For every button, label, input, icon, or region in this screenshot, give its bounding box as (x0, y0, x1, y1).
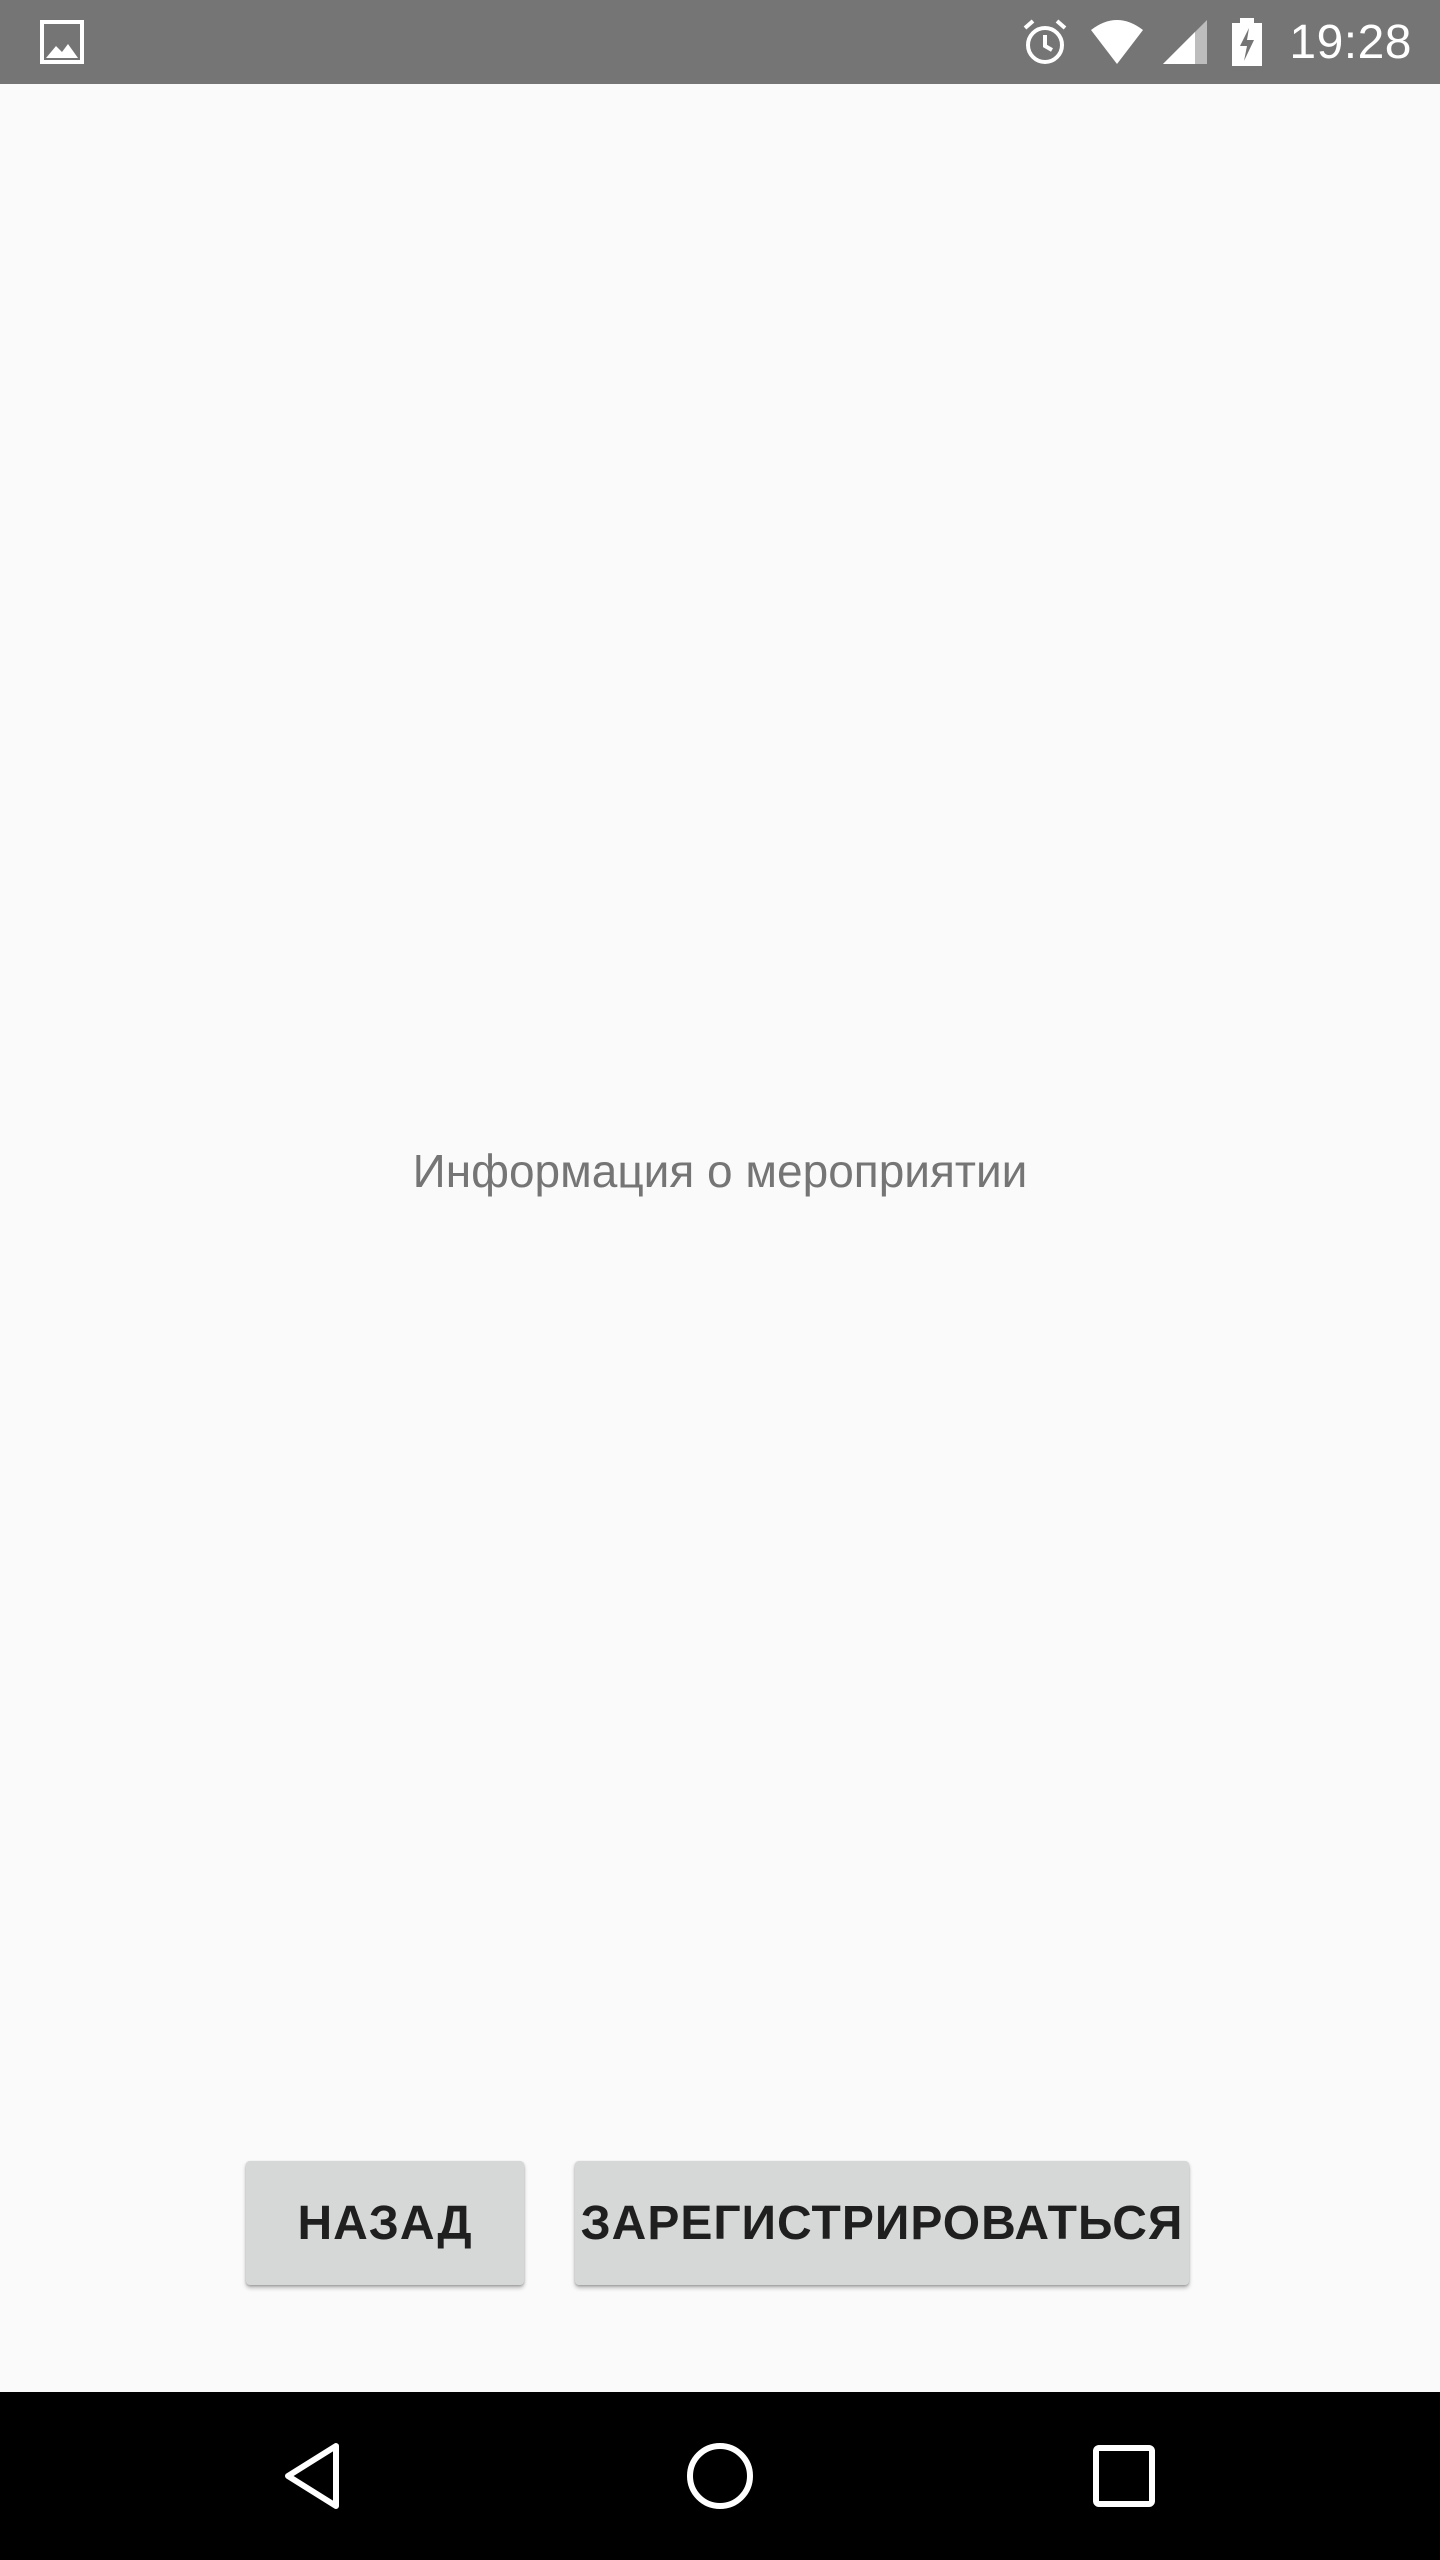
nav-home-icon[interactable] (682, 2438, 758, 2514)
navigation-bar (0, 2392, 1440, 2560)
status-time: 19:28 (1289, 15, 1412, 69)
battery-charging-icon (1229, 16, 1265, 68)
image-notification-icon (40, 20, 84, 64)
screen: 19:28 Информация о мероприятии НАЗАД ЗАР… (0, 0, 1440, 2560)
alarm-icon (1019, 16, 1071, 68)
register-button[interactable]: ЗАРЕГИСТРИРОВАТЬСЯ (575, 2161, 1189, 2285)
cellular-signal-icon (1159, 16, 1211, 68)
nav-recent-apps-icon[interactable] (1086, 2438, 1162, 2514)
main-content: Информация о мероприятии (0, 84, 1440, 2392)
nav-back-icon[interactable] (278, 2438, 354, 2514)
back-button[interactable]: НАЗАД (246, 2161, 524, 2285)
status-bar: 19:28 (0, 0, 1440, 84)
event-info-text: Информация о мероприятии (412, 1145, 1028, 1197)
wifi-icon (1089, 16, 1144, 68)
status-icons: 19:28 (1019, 0, 1412, 84)
